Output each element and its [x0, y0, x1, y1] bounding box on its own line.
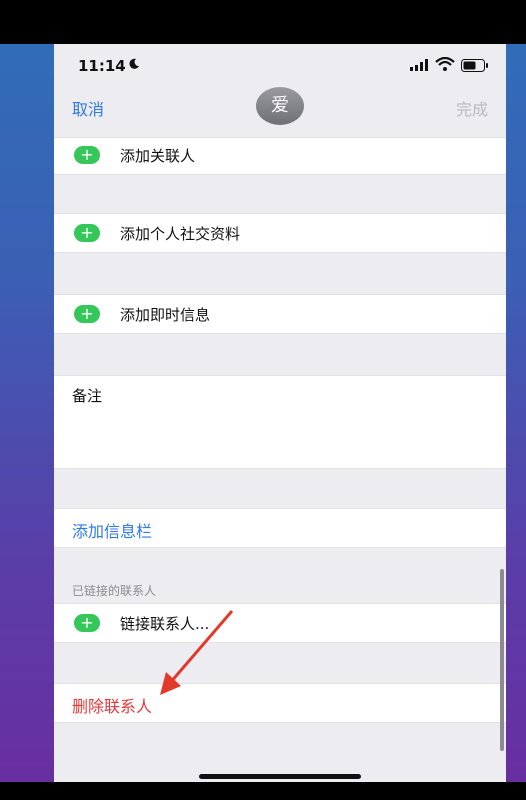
bottom-black-bar	[0, 782, 526, 800]
arrow-annotation-icon	[160, 610, 234, 695]
